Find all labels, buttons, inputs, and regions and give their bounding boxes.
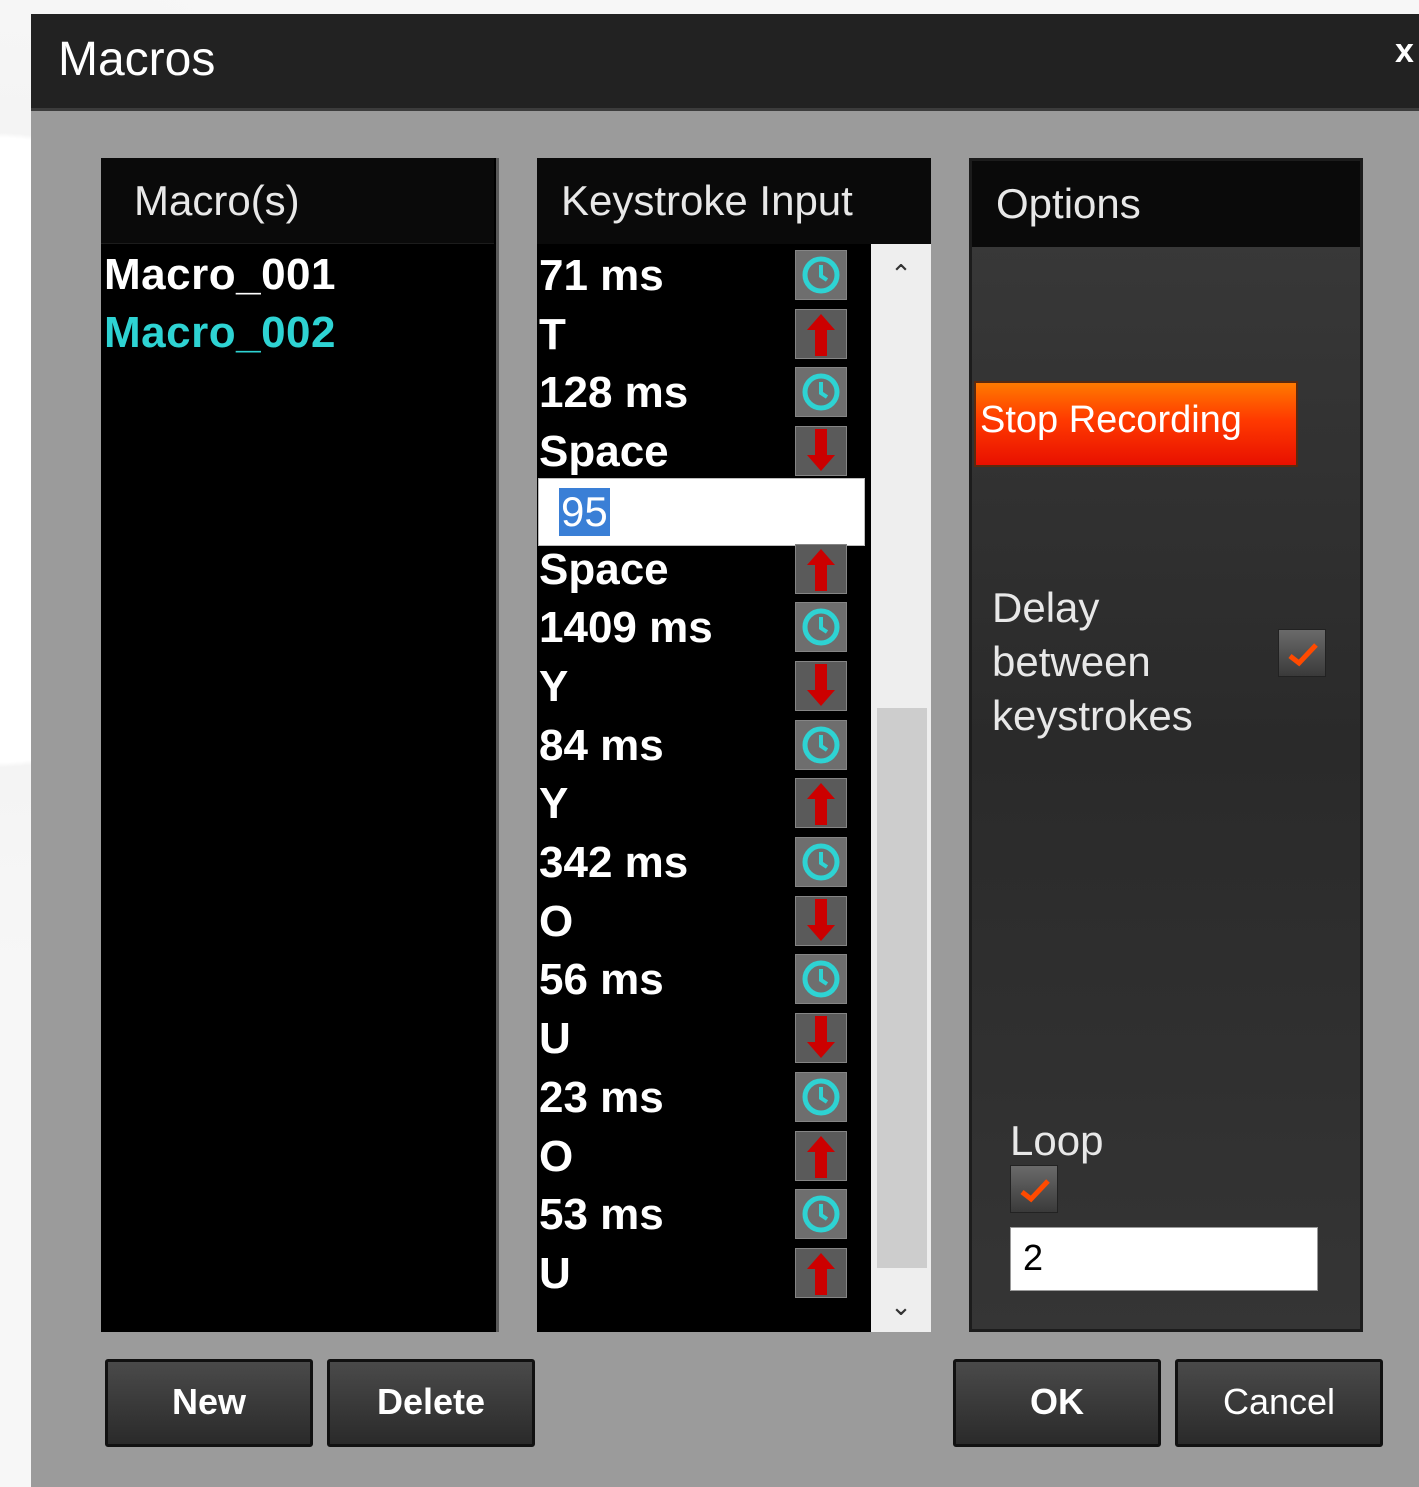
title-bar: Macros x [31,14,1419,111]
ok-button[interactable]: OK [953,1359,1161,1447]
arrow-up-icon [795,1247,847,1298]
arrow-down-icon [795,1013,847,1064]
keystroke-text: 56 ms [539,955,664,1005]
clock-icon [795,1189,847,1240]
arrow-up-icon [795,778,847,829]
macro-item-002[interactable]: Macro_002 [104,308,336,358]
keystroke-row[interactable]: 23 ms [537,1069,869,1127]
arrow-down-icon [795,895,847,946]
keystroke-row[interactable]: 128 ms [537,364,869,422]
keystroke-text: 53 ms [539,1190,664,1240]
macro-item-001[interactable]: Macro_001 [104,250,336,300]
keystroke-row[interactable]: 56 ms [537,951,869,1009]
checkmark-icon [1020,1179,1050,1203]
keystroke-text: 84 ms [539,720,664,770]
keystroke-text: Space [539,427,669,477]
keystroke-row[interactable]: O [537,893,869,951]
keystroke-text: Y [539,779,569,829]
scroll-down-icon[interactable]: ⌄ [883,1288,919,1324]
delay-label: Delay between keystrokes [992,584,1193,739]
options-panel: Options Stop Recording Delay between key… [969,158,1363,1332]
keystroke-panel: Keystroke Input 71 ms T 128 ms Space 95 Space… [537,158,931,1332]
macro-list-header: Macro(s) [101,158,494,244]
clock-icon [795,1071,847,1122]
keystroke-row[interactable]: U [537,1010,869,1068]
keystroke-row[interactable]: 53 ms [537,1186,869,1244]
keystroke-row[interactable]: Y [537,658,869,716]
keystroke-header: Keystroke Input [537,158,931,244]
clock-icon [795,250,847,300]
checkmark-icon [1288,643,1318,667]
arrow-down-icon [795,426,847,477]
keystroke-text: U [539,1014,571,1064]
keystroke-row[interactable]: 342 ms [537,834,869,892]
arrow-up-icon [795,1130,847,1181]
arrow-up-icon [795,543,847,594]
keystroke-text: 71 ms [539,251,664,300]
keystroke-text: T [539,309,566,359]
loop-checkbox[interactable] [1010,1165,1058,1213]
keystroke-scrollbar[interactable]: ⌃ ⌄ [871,244,931,1332]
stop-recording-button[interactable]: Stop Recording [974,381,1298,467]
keystroke-text: 1409 ms [539,603,713,653]
macros-dialog: Macros x Macro(s) Macro_001 Macro_002 Ke… [31,14,1419,1487]
delay-checkbox[interactable] [1278,629,1326,677]
new-button[interactable]: New [105,1359,313,1447]
keystroke-row[interactable]: 84 ms [537,717,869,775]
scroll-up-icon[interactable]: ⌃ [883,256,919,292]
macro-list-panel: Macro(s) Macro_001 Macro_002 [101,158,499,1332]
keystroke-row[interactable]: Space [537,541,869,599]
keystroke-row[interactable]: Space [537,423,869,481]
keystroke-text: 128 ms [539,368,689,418]
keystroke-text: Y [539,661,569,711]
clock-icon [795,837,847,887]
scroll-thumb[interactable] [877,708,927,1268]
keystroke-row[interactable]: 71 ms [537,247,869,305]
clock-icon [795,954,847,1005]
keystroke-row[interactable]: Y [537,775,869,833]
arrow-up-icon [795,308,847,359]
keystroke-row[interactable]: U [537,1245,869,1303]
dialog-title: Macros [58,33,216,86]
delete-button[interactable]: Delete [327,1359,535,1447]
keystroke-text: Space [539,544,669,594]
cancel-button[interactable]: Cancel [1175,1359,1383,1447]
keystroke-text: O [539,1131,574,1181]
keystroke-text: U [539,1248,571,1298]
keystroke-edit-field[interactable]: 95 [538,477,865,546]
clock-icon [795,367,847,418]
selected-text: 95 [559,487,610,536]
keystroke-row[interactable]: T [537,306,869,364]
keystroke-list: 71 ms T 128 ms Space 95 Space 1409 ms Y 84 ms Y 34… [537,244,869,1332]
loop-label: Loop [1010,1117,1104,1164]
keystroke-text: O [539,896,574,946]
loop-count-input[interactable]: 2 [1010,1227,1318,1291]
options-header: Options [972,161,1360,247]
keystroke-text: 23 ms [539,1072,664,1122]
clock-icon [795,719,847,770]
close-button[interactable]: x [1395,32,1419,71]
keystroke-row[interactable]: 1409 ms [537,599,869,657]
keystroke-text: 342 ms [539,838,689,887]
keystroke-row[interactable]: O [537,1128,869,1186]
arrow-down-icon [795,660,847,711]
clock-icon [795,602,847,653]
